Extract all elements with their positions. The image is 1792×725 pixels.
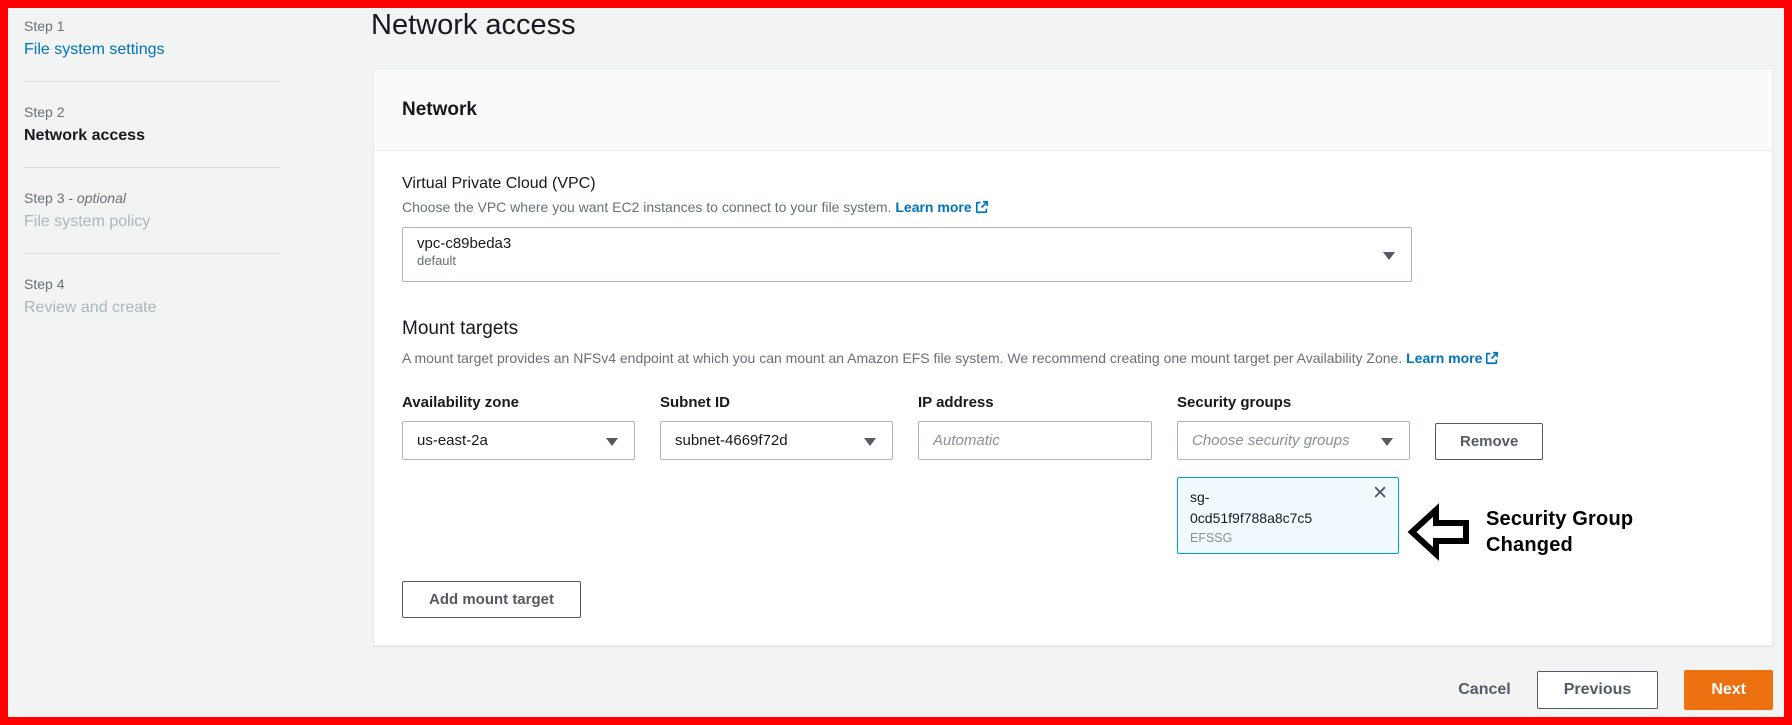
selected-security-group-chip: sg- 0cd51f9f788a8c7c5 EFSSG ✕ [1177,477,1399,554]
step-3-label: Step 3 - optional [24,190,280,206]
step-4-label: Step 4 [24,276,280,292]
external-link-icon [1486,351,1499,365]
vpc-learn-more-link[interactable]: Learn more [895,199,988,215]
ip-address-header: IP address [918,394,994,411]
security-group-id-line1: sg- [1190,489,1210,505]
step-1-block: Step 1 File system settings [24,10,280,81]
mount-targets-description-text: A mount target provides an NFSv4 endpoin… [402,350,1403,366]
availability-zone-column: Availability zone us-east-2a [402,394,635,554]
close-icon[interactable]: ✕ [1372,484,1388,503]
sidebar-item-network-access: Network access [24,127,145,144]
subnet-id-value: subnet-4669f72d [675,432,788,449]
subnet-id-column: Subnet ID subnet-4669f72d [660,394,893,554]
availability-zone-value: us-east-2a [417,432,488,449]
network-card-header: Network [374,69,1772,151]
wizard-footer: Cancel Previous Next [373,670,1773,710]
step-3-optional-tag: optional [76,190,126,206]
sidebar-item-review-and-create: Review and create [24,299,157,316]
vpc-select[interactable]: vpc-c89beda3 default [402,227,1412,282]
security-group-name: EFSSG [1190,531,1233,545]
divider [24,167,280,168]
network-card-body: Virtual Private Cloud (VPC) Choose the V… [374,151,1772,640]
chevron-down-icon [1383,251,1395,260]
annotation-line2: Changed [1486,534,1573,556]
chevron-down-icon [864,437,876,446]
step-2-label: Step 2 [24,104,280,120]
previous-button[interactable]: Previous [1536,671,1659,709]
external-link-icon [975,200,988,214]
ip-address-column: IP address [918,394,1152,554]
step-1-label: Step 1 [24,18,280,34]
page-title: Network access [371,9,576,41]
security-groups-column: Security groups Choose security groups s… [1177,394,1410,554]
left-arrow-icon [1407,503,1469,561]
wizard-steps-sidebar: Step 1 File system settings Step 2 Netwo… [24,10,280,339]
availability-zone-header: Availability zone [402,394,519,411]
step-4-number: Step 4 [24,276,65,292]
mount-targets-description: A mount target provides an NFSv4 endpoin… [402,350,1744,366]
vpc-label: Virtual Private Cloud (VPC) [402,175,596,192]
network-card: Network Virtual Private Cloud (VPC) Choo… [373,68,1773,646]
add-mount-target-button[interactable]: Add mount target [402,581,581,618]
network-card-title: Network [402,98,477,120]
step-3-number: Step 3 - [24,190,74,206]
mount-targets-learn-more-link[interactable]: Learn more [1406,350,1499,366]
next-button[interactable]: Next [1684,670,1773,710]
security-groups-header: Security groups [1177,394,1292,411]
annotation-line1: Security Group [1486,508,1634,530]
mount-targets-title: Mount targets [402,318,519,339]
vpc-description: Choose the VPC where you want EC2 instan… [402,199,1744,215]
step-4-block: Step 4 Review and create [24,268,280,339]
sidebar-item-file-system-settings[interactable]: File system settings [24,41,280,59]
security-group-annotation: Security Group Changed [1407,503,1633,561]
vpc-description-text: Choose the VPC where you want EC2 instan… [402,199,892,215]
subnet-id-select[interactable]: subnet-4669f72d [660,421,893,460]
subnet-id-header: Subnet ID [660,394,730,411]
security-groups-placeholder: Choose security groups [1192,432,1350,449]
vpc-selected-value: vpc-c89beda3 [417,235,512,252]
step-3-block: Step 3 - optional File system policy [24,182,280,253]
step-2-number: Step 2 [24,104,65,120]
security-group-id-line2: 0cd51f9f788a8c7c5 [1190,510,1313,526]
sidebar-item-file-system-policy: File system policy [24,213,151,230]
divider [24,253,280,254]
chevron-down-icon [606,437,618,446]
security-groups-select[interactable]: Choose security groups [1177,421,1410,460]
vpc-selected-sub: default [417,253,457,268]
ip-address-input[interactable] [918,421,1152,460]
mount-targets-learn-more-label: Learn more [1406,350,1483,366]
step-1-number: Step 1 [24,18,65,34]
divider [24,81,280,82]
availability-zone-select[interactable]: us-east-2a [402,421,635,460]
remove-button[interactable]: Remove [1435,423,1544,460]
annotated-screenshot-frame: Step 1 File system settings Step 2 Netwo… [0,0,1792,725]
chevron-down-icon [1381,437,1393,446]
annotation-text: Security Group Changed [1486,506,1633,558]
vpc-learn-more-label: Learn more [895,199,972,215]
step-2-block: Step 2 Network access [24,96,280,167]
cancel-button[interactable]: Cancel [1458,681,1510,699]
